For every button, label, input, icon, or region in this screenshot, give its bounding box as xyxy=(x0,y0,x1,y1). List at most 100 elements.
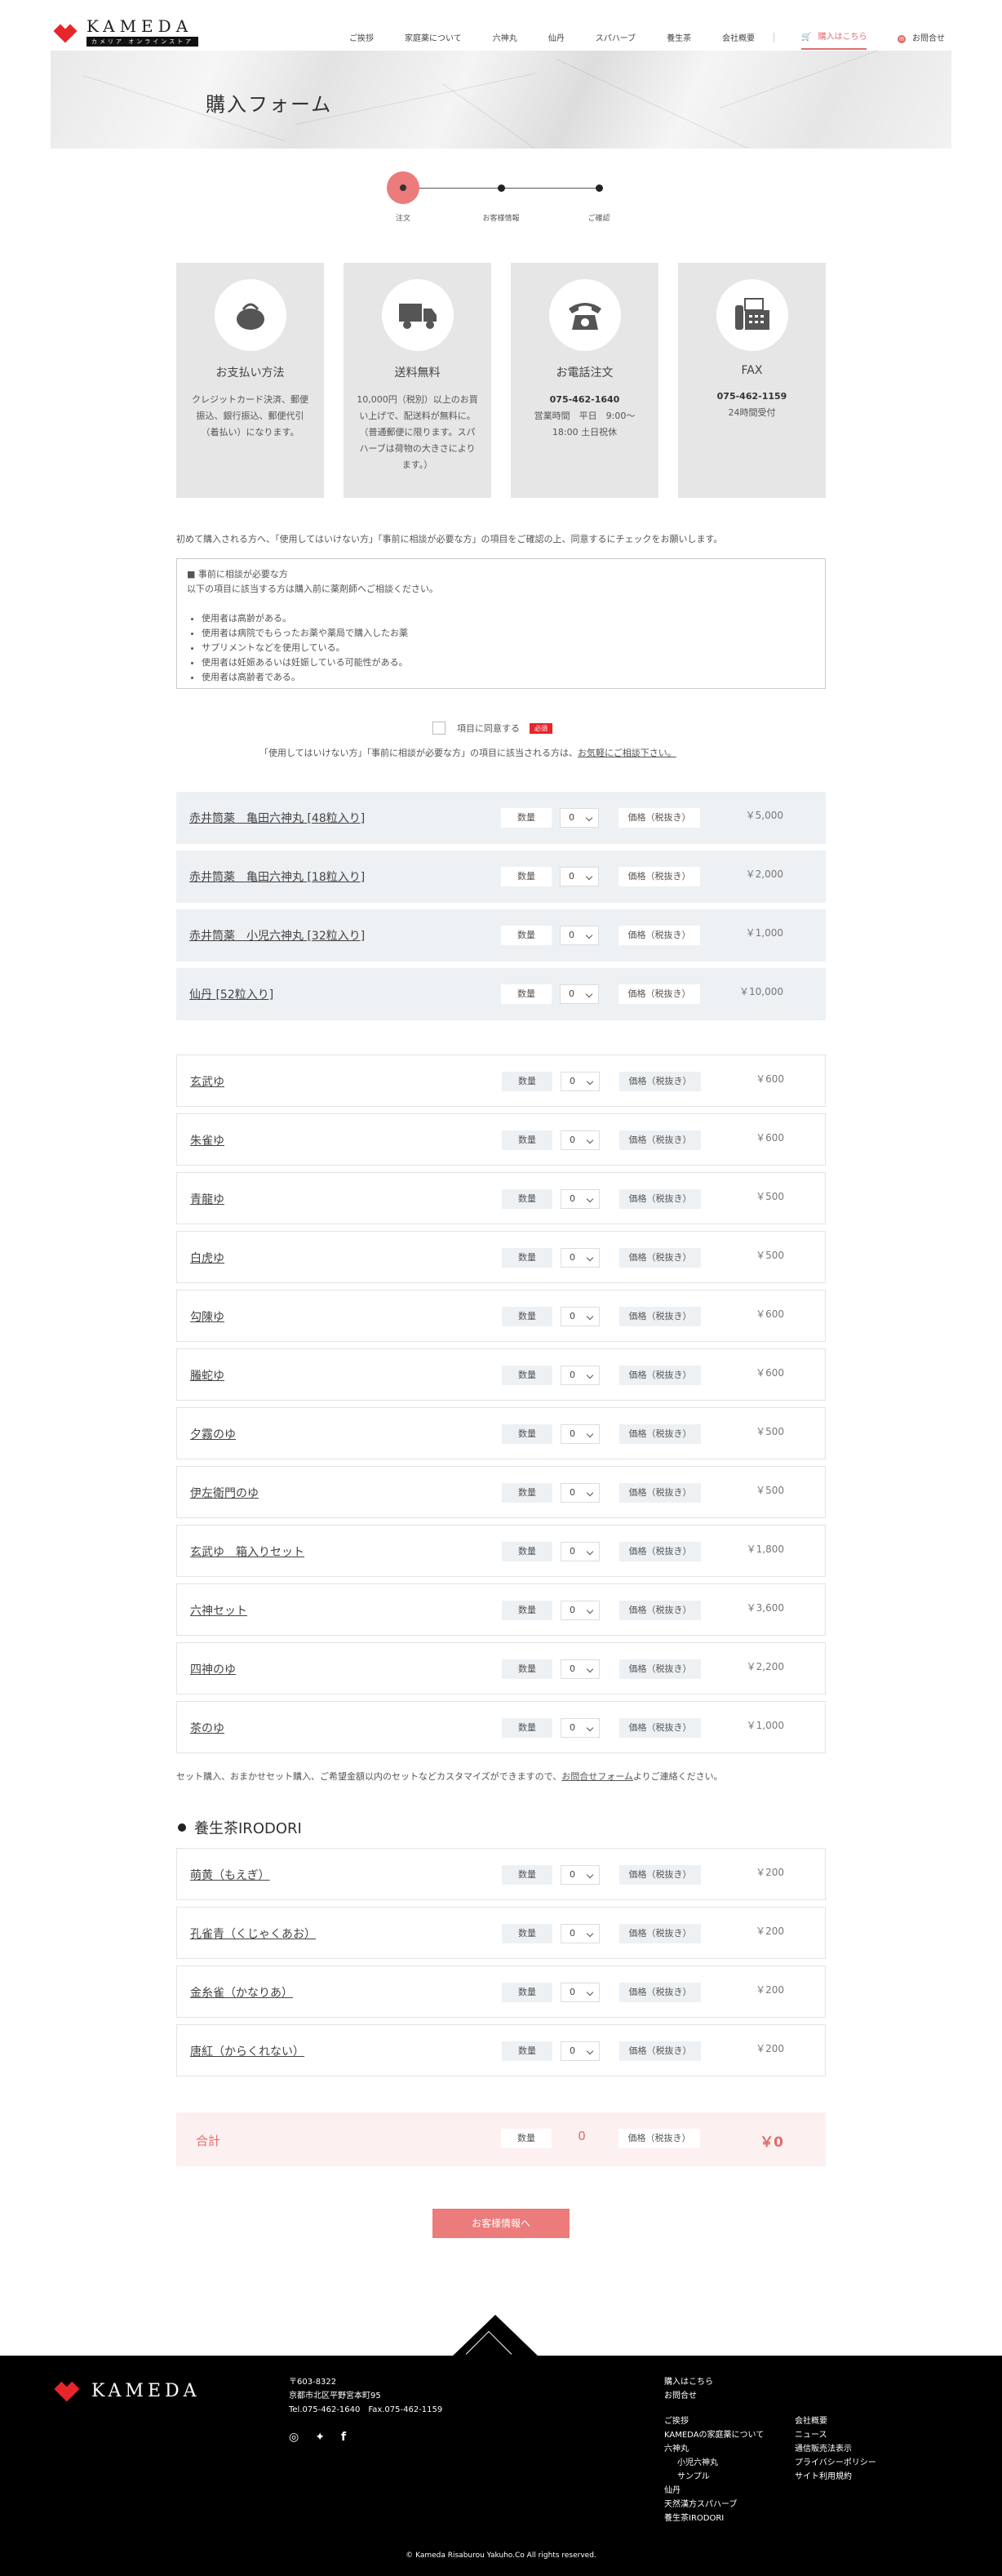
twitter-icon[interactable]: ✦ xyxy=(315,2431,325,2444)
qty-label: 数量 xyxy=(502,1542,552,1561)
footer-link[interactable]: サイト利用規約 xyxy=(795,2470,876,2484)
product-price: ￥200 xyxy=(756,1984,784,1996)
facebook-icon[interactable]: f xyxy=(341,2431,346,2444)
product-name-link[interactable]: 朱雀ゆ xyxy=(190,1132,224,1148)
product-price: ￥500 xyxy=(756,1191,784,1202)
qty-select[interactable]: 0 xyxy=(561,1483,600,1503)
nav-contact-label: お問合せ xyxy=(912,34,945,43)
price-label: 価格（税抜き） xyxy=(619,1483,701,1503)
qty-select[interactable]: 0 xyxy=(561,1924,600,1943)
consult-link[interactable]: お気軽にご相談下さい。 xyxy=(578,748,676,758)
qty-select[interactable]: 0 xyxy=(560,808,599,828)
qty-select[interactable]: 0 xyxy=(561,1189,600,1209)
qty-select[interactable]: 0 xyxy=(561,2041,600,2061)
product-name-link[interactable]: 赤井筒薬 亀田六神丸 [48粒入り] xyxy=(189,810,365,826)
footer-link[interactable]: ご挨拶 xyxy=(664,2414,764,2428)
product-name-link[interactable]: 青龍ゆ xyxy=(190,1191,224,1207)
logo-mark-icon xyxy=(54,2381,80,2402)
logo-word: KAMEDA xyxy=(86,16,193,36)
nav-sentan[interactable]: 仙丹 xyxy=(548,31,565,43)
product-price: ￥200 xyxy=(756,1867,784,1878)
product-name-link[interactable]: 白虎ゆ xyxy=(190,1250,224,1266)
qty-select[interactable]: 0 xyxy=(561,1307,600,1326)
qty-select[interactable]: 0 xyxy=(561,1659,600,1679)
agree-note-text: 「使用してはいけない方」「事前に相談が必要な方」の項目に該当される方は、 xyxy=(259,748,578,758)
nav-rokushingan[interactable]: 六神丸 xyxy=(493,31,517,43)
footer-link[interactable]: 養生茶IRODORI xyxy=(664,2512,764,2525)
product-name-link[interactable]: 夕霧のゆ xyxy=(190,1426,236,1442)
footer-link[interactable]: プライバシーポリシー xyxy=(795,2456,876,2470)
card-body: 10,000円（税別）以上のお買い上げで、配送料が無料に。（普通郵便に限ります。… xyxy=(357,394,478,470)
footer-link[interactable]: ニュース xyxy=(795,2428,876,2442)
product-name-link[interactable]: 萌黄（もえぎ） xyxy=(190,1867,270,1883)
nav-buy-link[interactable]: 🛒 購入はこちら xyxy=(801,29,867,50)
product-name-link[interactable]: 赤井筒薬 小児六神丸 [32粒入り] xyxy=(189,927,365,944)
footer-link[interactable]: サンプル xyxy=(664,2470,764,2484)
product-name-link[interactable]: 茶のゆ xyxy=(190,1720,224,1736)
agree-note: 「使用してはいけない方」「事前に相談が必要な方」の項目に該当される方は、お気軽に… xyxy=(259,746,676,759)
card-title: FAX xyxy=(741,364,763,377)
qty-label: 数量 xyxy=(501,926,552,945)
qty-select[interactable]: 0 xyxy=(561,1130,600,1150)
qty-select[interactable]: 0 xyxy=(561,1865,600,1885)
site-logo[interactable]: KAMEDA カメリア オンラインストア xyxy=(52,16,199,47)
agree-checkbox[interactable] xyxy=(432,722,446,735)
product-name-link[interactable]: 伊左衛門のゆ xyxy=(190,1485,259,1501)
qty-select[interactable]: 0 xyxy=(561,1601,600,1620)
nav-greeting[interactable]: ご挨拶 xyxy=(349,31,374,43)
footer-link[interactable]: 購入はこちら xyxy=(664,2375,713,2389)
qty-select[interactable]: 0 xyxy=(561,1424,600,1444)
qty-select[interactable]: 0 xyxy=(561,1718,600,1738)
qty-select[interactable]: 0 xyxy=(561,1248,600,1268)
qty-select[interactable]: 0 xyxy=(561,1542,600,1561)
nav-buy-label: 購入はこちら xyxy=(818,33,867,42)
cart-icon: 🛒 xyxy=(801,33,812,42)
product-price: ￥3,600 xyxy=(746,1602,784,1614)
phone-hours: 営業時間 平日 9:00〜18:00 土日祝休 xyxy=(534,411,636,437)
product-name-link[interactable]: 孔雀青（くじゃくあお） xyxy=(190,1925,316,1942)
product-name-link[interactable]: 玄武ゆ xyxy=(190,1073,224,1090)
nav-spaherb[interactable]: スパハーブ xyxy=(596,31,636,43)
footer-logo[interactable]: KAMEDA xyxy=(52,2378,201,2403)
qty-select[interactable]: 0 xyxy=(560,984,599,1004)
footer-street: 京都市北区平野宮本町95 xyxy=(289,2392,381,2401)
product-name-link[interactable]: 四神のゆ xyxy=(190,1661,236,1677)
product-price: ￥600 xyxy=(756,1367,784,1379)
total-row: 合計 数量 0 価格（税抜き） ￥0 xyxy=(176,2112,826,2166)
nav-company[interactable]: 会社概要 xyxy=(722,31,755,43)
product-name-link[interactable]: 赤井筒薬 亀田六神丸 [18粒入り] xyxy=(189,868,365,885)
agree-label[interactable]: 項目に同意する xyxy=(457,722,520,735)
footer-link[interactable]: お問合せ xyxy=(664,2389,713,2403)
qty-select[interactable]: 0 xyxy=(560,867,599,886)
card-phone: お電話注文 075-462-1640 営業時間 平日 9:00〜18:00 土日… xyxy=(511,263,658,498)
footer-link[interactable]: 仙丹 xyxy=(664,2484,764,2498)
notice-box[interactable]: ■ 事前に相談が必要な方 以下の項目に該当する方は購入前に薬剤師へご相談ください… xyxy=(176,558,826,689)
price-label: 価格（税抜き） xyxy=(619,1659,701,1679)
nav-contact-link[interactable]: ✉ お問合せ xyxy=(898,31,945,43)
product-name-link[interactable]: 唐紅（からくれない） xyxy=(190,2043,304,2059)
product-row: 赤井筒薬 亀田六神丸 [18粒入り] 数量 0 価格（税抜き） ￥2,000 xyxy=(176,851,826,903)
qty-select[interactable]: 0 xyxy=(561,1983,600,2002)
footer-link[interactable]: KAMEDAの家庭薬について xyxy=(664,2428,764,2442)
contact-form-link[interactable]: お問合せフォーム xyxy=(561,1771,633,1782)
product-name-link[interactable]: 螣蛇ゆ xyxy=(190,1367,224,1383)
product-name-link[interactable]: 金糸雀（かなりあ） xyxy=(190,1984,293,2001)
footer-link[interactable]: 天然漢方スパハーブ xyxy=(664,2498,764,2512)
qty-select[interactable]: 0 xyxy=(561,1072,600,1091)
page-title: 購入フォーム xyxy=(206,93,333,116)
product-name-link[interactable]: 勾陳ゆ xyxy=(190,1308,224,1325)
footer-link[interactable]: 会社概要 xyxy=(795,2414,876,2428)
next-button[interactable]: お客様情報へ xyxy=(432,2209,570,2238)
qty-select[interactable]: 0 xyxy=(560,926,599,945)
instagram-icon[interactable]: ◎ xyxy=(289,2431,299,2444)
qty-select[interactable]: 0 xyxy=(561,1366,600,1385)
product-name-link[interactable]: 玄武ゆ 箱入りセット xyxy=(190,1543,304,1560)
footer-link[interactable]: 六神丸 xyxy=(664,2442,764,2456)
product-name-link[interactable]: 六神セット xyxy=(190,1602,247,1619)
footer-link[interactable]: 小児六神丸 xyxy=(664,2456,764,2470)
nav-medicine[interactable]: 家庭薬について xyxy=(405,31,462,43)
product-name-link[interactable]: 仙丹 [52粒入り] xyxy=(189,986,273,1002)
footer-link[interactable]: 通信販売法表示 xyxy=(795,2442,876,2456)
notice-item: 使用者は妊娠あるいは妊娠している可能性がある。 xyxy=(202,655,815,670)
nav-tea[interactable]: 養生茶 xyxy=(667,31,691,43)
